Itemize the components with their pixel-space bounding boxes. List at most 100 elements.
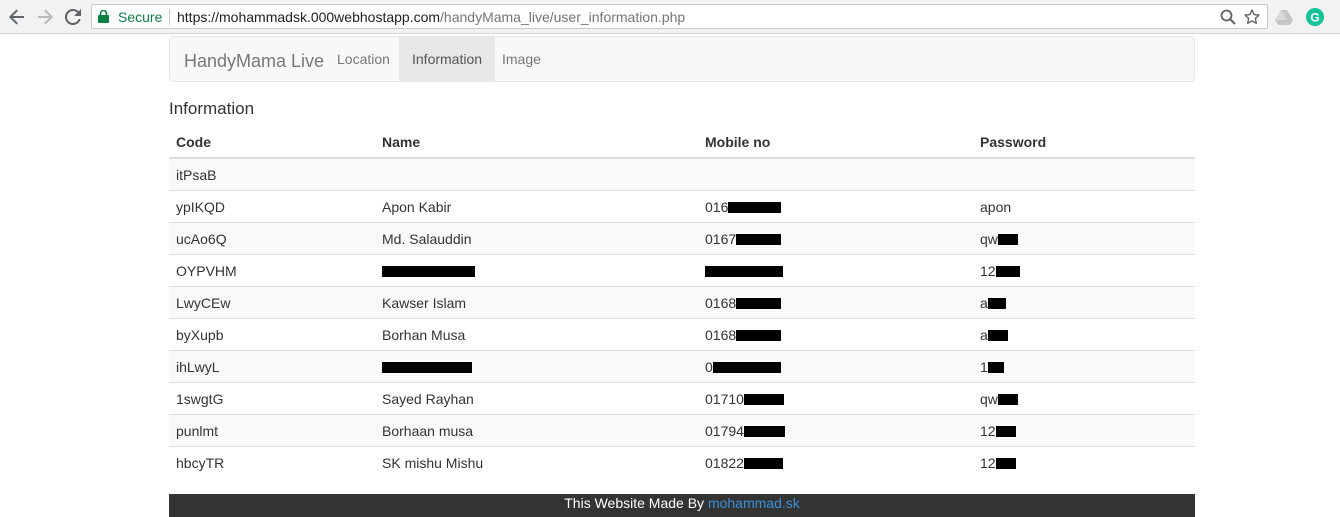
table-row: ihLwyL 0 1 — [169, 350, 1195, 383]
cell-code-text: LwyCEw — [176, 294, 231, 311]
cell-code: LwyCEw — [169, 286, 375, 319]
cell-code-text: itPsaB — [176, 166, 217, 183]
cell-name-text: Borhaan musa — [382, 422, 474, 439]
cell-password-text: qw — [980, 390, 998, 407]
redaction-block — [995, 426, 1016, 438]
cell-password-text: apon — [980, 198, 1012, 215]
address-bar[interactable]: Secure https://mohammadsk.000webhostapp.… — [91, 4, 1268, 29]
cell-name: Sayed Rayhan — [375, 382, 698, 415]
secure-label: Secure — [118, 9, 163, 25]
star-icon[interactable] — [1244, 9, 1260, 25]
user-information-table: Code Name Mobile no Password itPsaB ypIK… — [169, 126, 1195, 478]
table-row: byXupb Borhan Musa 0168 a — [169, 318, 1195, 351]
redaction-block — [995, 266, 1020, 278]
table-row: punlmt Borhaan musa 01794 12 — [169, 414, 1195, 447]
cell-password: 12 — [973, 414, 1195, 447]
table-row: ypIKQD Apon Kabir 016 apon — [169, 190, 1195, 223]
redaction-block — [743, 426, 785, 438]
cell-password-text: 1 — [980, 358, 988, 375]
cell-code: itPsaB — [169, 157, 375, 191]
navbar-brand[interactable]: HandyMama Live — [184, 51, 324, 72]
redaction-block — [705, 266, 783, 278]
cell-password: 12 — [973, 446, 1195, 478]
cell-mobile: 016 — [698, 190, 973, 223]
table-row: LwyCEw Kawser Islam 0168 a — [169, 286, 1195, 319]
cell-mobile-text: 01794 — [705, 422, 744, 439]
nav-link-information[interactable]: Information — [399, 37, 496, 81]
drive-icon[interactable] — [1275, 8, 1293, 26]
cell-code: OYPVHM — [169, 254, 375, 287]
navbar: HandyMama Live Location Information Imag… — [169, 36, 1195, 82]
cell-code: punlmt — [169, 414, 375, 447]
cell-code: byXupb — [169, 318, 375, 351]
table-row: 1swgtG Sayed Rayhan 01710 qw — [169, 382, 1195, 415]
redaction-block — [997, 234, 1018, 246]
cell-name: Apon Kabir — [375, 190, 698, 223]
omnibox-separator — [169, 9, 170, 25]
cell-code: ihLwyL — [169, 350, 375, 383]
cell-code-text: hbcyTR — [176, 454, 225, 471]
cell-code: hbcyTR — [169, 446, 375, 478]
cell-password-text: a — [980, 294, 988, 311]
back-arrow-icon[interactable] — [7, 7, 27, 27]
cell-mobile — [698, 157, 973, 191]
cell-password: qw — [973, 222, 1195, 255]
nav-link-image[interactable]: Image — [489, 37, 554, 81]
cell-mobile: 01710 — [698, 382, 973, 415]
cell-code: ucAo6Q — [169, 222, 375, 255]
cell-code-text: byXupb — [176, 326, 224, 343]
cell-mobile: 0167 — [698, 222, 973, 255]
redaction-block — [382, 266, 475, 278]
redaction-block — [987, 362, 1004, 374]
footer-author-link[interactable]: mohammad.sk — [708, 495, 800, 511]
cell-mobile-text: 0168 — [705, 326, 737, 343]
cell-password-text: 12 — [980, 262, 996, 279]
redaction-block — [736, 330, 782, 342]
cell-mobile-text: 0168 — [705, 294, 737, 311]
cell-name-text: Sayed Rayhan — [382, 390, 474, 407]
cell-name-text: SK mishu Mishu — [382, 454, 484, 471]
cell-mobile-text: 016 — [705, 198, 729, 215]
cell-name-text: Apon Kabir — [382, 198, 452, 215]
header-mobile: Mobile no — [698, 126, 973, 159]
cell-name-text: Kawser Islam — [382, 294, 467, 311]
zoom-icon[interactable] — [1220, 9, 1236, 25]
redaction-block — [987, 298, 1006, 310]
cell-name-text: Md. Salauddin — [382, 230, 472, 247]
reload-icon[interactable] — [63, 7, 83, 27]
footer-text: This Website Made By — [564, 495, 708, 511]
nav-link-location[interactable]: Location — [324, 37, 403, 81]
cell-code-text: ihLwyL — [176, 358, 220, 375]
redaction-block — [987, 330, 1008, 342]
cell-password: 1 — [973, 350, 1195, 383]
cell-password-text: 12 — [980, 454, 996, 471]
cell-name — [375, 254, 698, 287]
forward-arrow-icon[interactable] — [35, 7, 55, 27]
cell-mobile: 01822 — [698, 446, 973, 478]
header-password: Password — [973, 126, 1195, 159]
cell-password: a — [973, 318, 1195, 351]
cell-code-text: ucAo6Q — [176, 230, 227, 247]
cell-name: SK mishu Mishu — [375, 446, 698, 478]
cell-name — [375, 157, 698, 191]
cell-mobile: 0168 — [698, 318, 973, 351]
cell-code-text: punlmt — [176, 422, 219, 439]
redaction-block — [743, 458, 783, 470]
cell-code-text: 1swgtG — [176, 390, 224, 407]
page-title: Information — [169, 99, 255, 118]
cell-mobile-text: 0167 — [705, 230, 737, 247]
table-row: ucAo6Q Md. Salauddin 0167 qw — [169, 222, 1195, 255]
cell-password-text: a — [980, 326, 988, 343]
grammarly-icon[interactable]: G — [1306, 8, 1324, 26]
redaction-block — [728, 202, 782, 214]
cell-password — [973, 157, 1195, 191]
redaction-block — [997, 394, 1018, 406]
header-name: Name — [375, 126, 698, 159]
redaction-block — [712, 362, 781, 374]
svg-text:G: G — [1310, 11, 1319, 25]
cell-mobile: 0 — [698, 350, 973, 383]
cell-mobile: 01794 — [698, 414, 973, 447]
url-host: https://mohammadsk.000webhostapp.com — [177, 9, 441, 25]
cell-name: Borhan Musa — [375, 318, 698, 351]
url-text[interactable]: https://mohammadsk.000webhostapp.com/han… — [177, 9, 685, 25]
